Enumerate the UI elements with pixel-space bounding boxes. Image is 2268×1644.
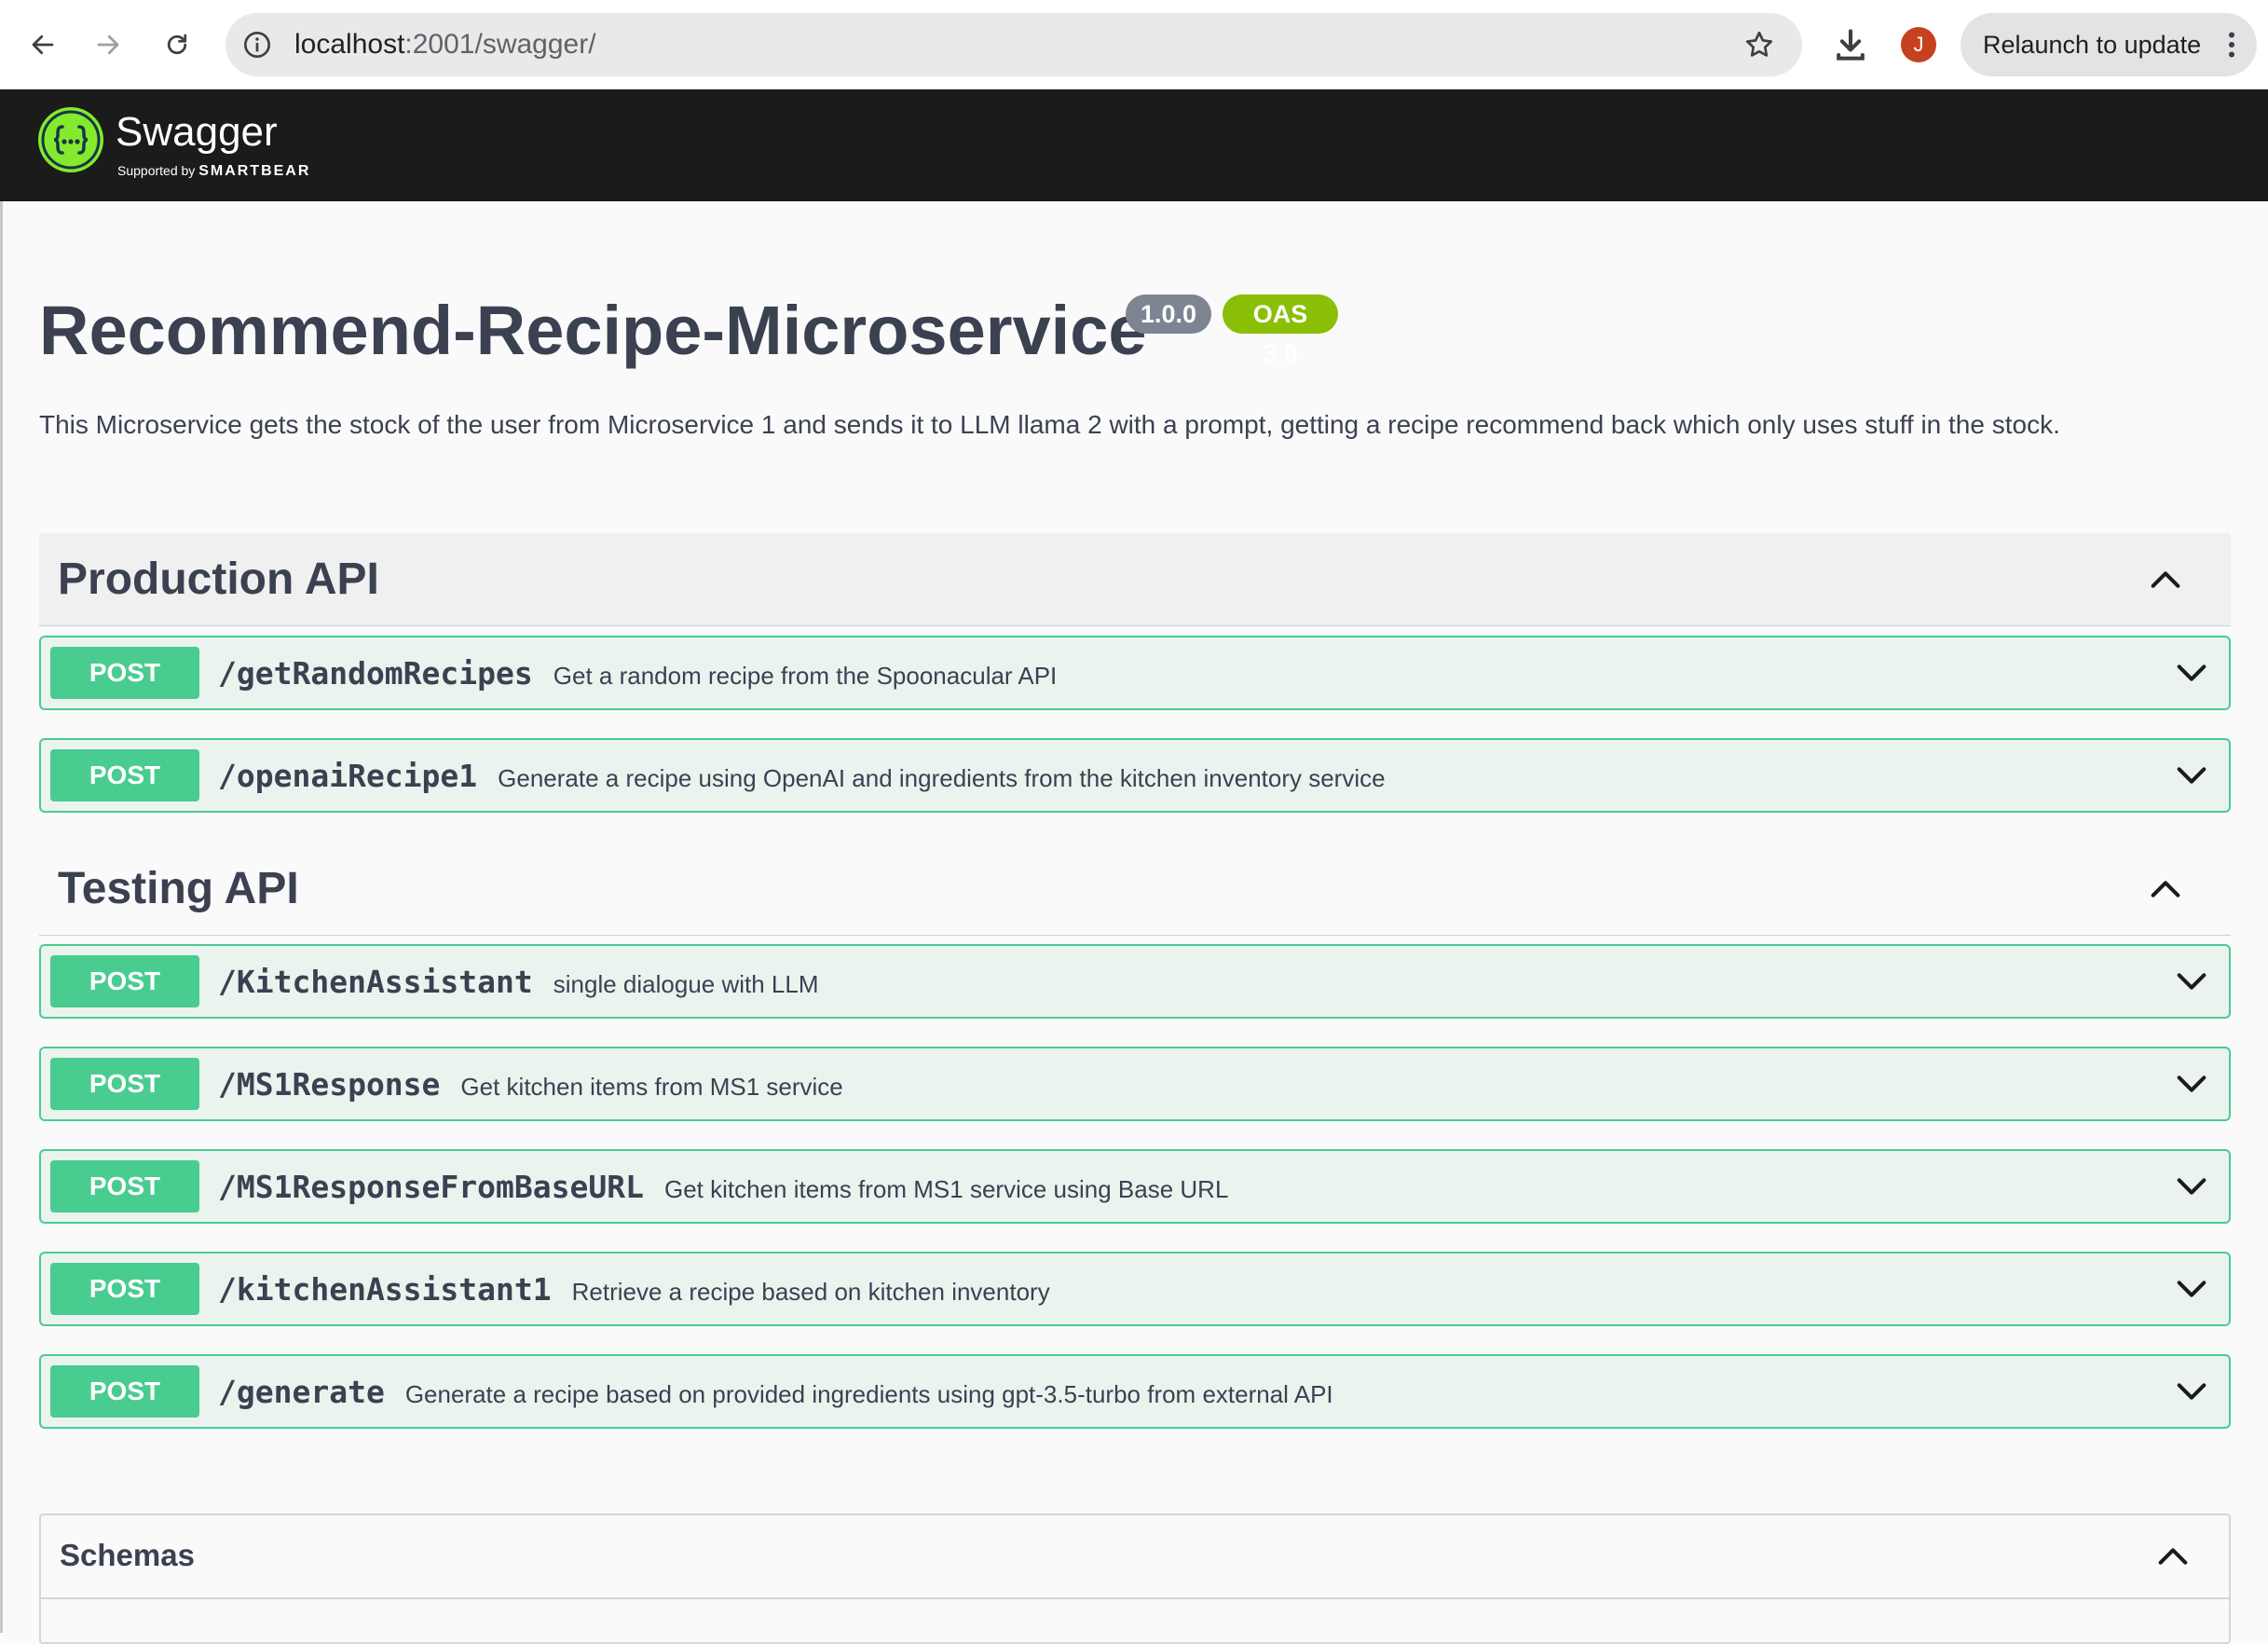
path-text: /getRandomRecipes [218,655,533,692]
chevron-down-icon[interactable] [2173,757,2210,794]
smartbear-brand: SMARTBEAR [198,163,311,179]
tag-testing-api: Testing API [39,843,2231,936]
tag-header-testing-api[interactable]: Testing API [39,843,2231,936]
method-badge: POST [50,1365,199,1418]
download-icon[interactable] [1830,24,1871,65]
oas-badge: OAS 3.0 [1223,295,1338,367]
window-edge [0,89,3,1633]
chevron-up-icon[interactable] [2147,870,2184,908]
chevron-down-icon[interactable] [2173,1270,2210,1308]
operation-path: /kitchenAssistant1 Retrieve a recipe base… [218,1271,1050,1310]
chevron-down-icon[interactable] [2173,1373,2210,1410]
chevron-down-icon[interactable] [2173,1065,2210,1103]
operation-summary: Generate a recipe based on provided ingr… [404,1380,1333,1408]
tag-header-production-api[interactable]: Production API [39,533,2231,626]
chevron-up-icon[interactable] [2147,561,2184,598]
bookmark-star-icon[interactable] [1742,28,1776,62]
operation-summary: single dialogue with LLM [553,970,819,998]
schemas-header[interactable]: Schemas [41,1515,2229,1599]
swagger-logo-icon[interactable] [37,106,104,173]
chevron-down-icon[interactable] [2173,963,2210,1000]
tag-title: Testing API [58,864,299,913]
reload-icon[interactable] [157,24,198,65]
operation-path: /MS1Response Get kitchen items from MS1 s… [218,1066,843,1105]
operation-openai-recipe1[interactable]: POST /openaiRecipe1 Generate a recipe usi… [39,738,2231,813]
address-bar[interactable]: localhost:2001/swagger/ [225,13,1802,76]
operation-kitchen-assistant[interactable]: POST /KitchenAssistant single dialogue wi… [39,944,2231,1019]
schemas-section: Schemas [39,1514,2231,1644]
menu-dots-icon[interactable] [2227,32,2236,58]
tag-production-api: Production API [39,533,2231,626]
profile-avatar[interactable]: J [1901,27,1936,62]
url-text[interactable]: localhost:2001/swagger/ [294,27,596,62]
site-info-icon[interactable] [242,30,272,60]
operation-ms1-response-from-base-url[interactable]: POST /MS1ResponseFromBaseURL Get kitchen … [39,1149,2231,1224]
schemas-title: Schemas [60,1538,195,1572]
tag-title: Production API [58,555,379,604]
chevron-up-icon[interactable] [2154,1538,2192,1575]
api-description: This Microservice gets the stock of the … [39,410,2060,439]
operation-summary: Retrieve a recipe based on kitchen inven… [571,1278,1050,1306]
path-text: /openaiRecipe1 [218,758,478,794]
path-text: /MS1Response [218,1066,441,1103]
method-badge: POST [50,1263,199,1315]
operation-path: /openaiRecipe1 Generate a recipe using Op… [218,758,1386,797]
method-badge: POST [50,955,199,1007]
operation-summary: Generate a recipe using OpenAI and ingre… [498,764,1386,792]
version-badge: 1.0.0 [1126,295,1211,334]
api-title: Recommend-Recipe-Microservice [39,292,1147,369]
back-icon[interactable] [22,24,63,65]
supported-by-text: Supported by SMARTBEAR [117,162,310,180]
path-text: /KitchenAssistant [218,964,533,1000]
operation-kitchen-assistant1[interactable]: POST /kitchenAssistant1 Retrieve a recipe… [39,1252,2231,1326]
operation-summary: Get kitchen items from MS1 service [460,1073,843,1101]
operation-summary: Get kitchen items from MS1 service using… [663,1175,1229,1203]
url-host: localhost [294,29,405,60]
supported-by-label: Supported by [117,163,196,178]
method-badge: POST [50,1058,199,1110]
relaunch-button[interactable]: Relaunch to update [1961,13,2257,76]
swagger-logo-text: Swagger [116,109,278,155]
chevron-down-icon[interactable] [2173,654,2210,692]
operation-generate[interactable]: POST /generate Generate a recipe based on… [39,1354,2231,1429]
relaunch-label: Relaunch to update [1983,31,2202,59]
operation-path: /getRandomRecipes Get a random recipe fro… [218,655,1057,694]
operation-path: /generate Generate a recipe based on prov… [218,1374,1333,1413]
operation-path: /KitchenAssistant single dialogue with LL… [218,964,819,1003]
method-badge: POST [50,1160,199,1212]
operation-path: /MS1ResponseFromBaseURL Get kitchen items… [218,1169,1228,1208]
operation-get-random-recipes[interactable]: POST /getRandomRecipes Get a random recip… [39,636,2231,710]
operation-ms1-response[interactable]: POST /MS1Response Get kitchen items from … [39,1047,2231,1121]
browser-toolbar: localhost:2001/swagger/ J Relaunch to up… [0,0,2268,89]
forward-icon[interactable] [88,24,129,65]
method-badge: POST [50,647,199,699]
swagger-topbar: Swagger Supported by SMARTBEAR [0,89,2268,201]
operation-summary: Get a random recipe from the Spoonacular… [553,662,1058,690]
method-badge: POST [50,749,199,801]
path-text: /MS1ResponseFromBaseURL [218,1169,644,1205]
path-text: /generate [218,1374,385,1410]
url-path: :2001/swagger/ [404,29,596,60]
chevron-down-icon[interactable] [2173,1168,2210,1205]
path-text: /kitchenAssistant1 [218,1271,552,1308]
